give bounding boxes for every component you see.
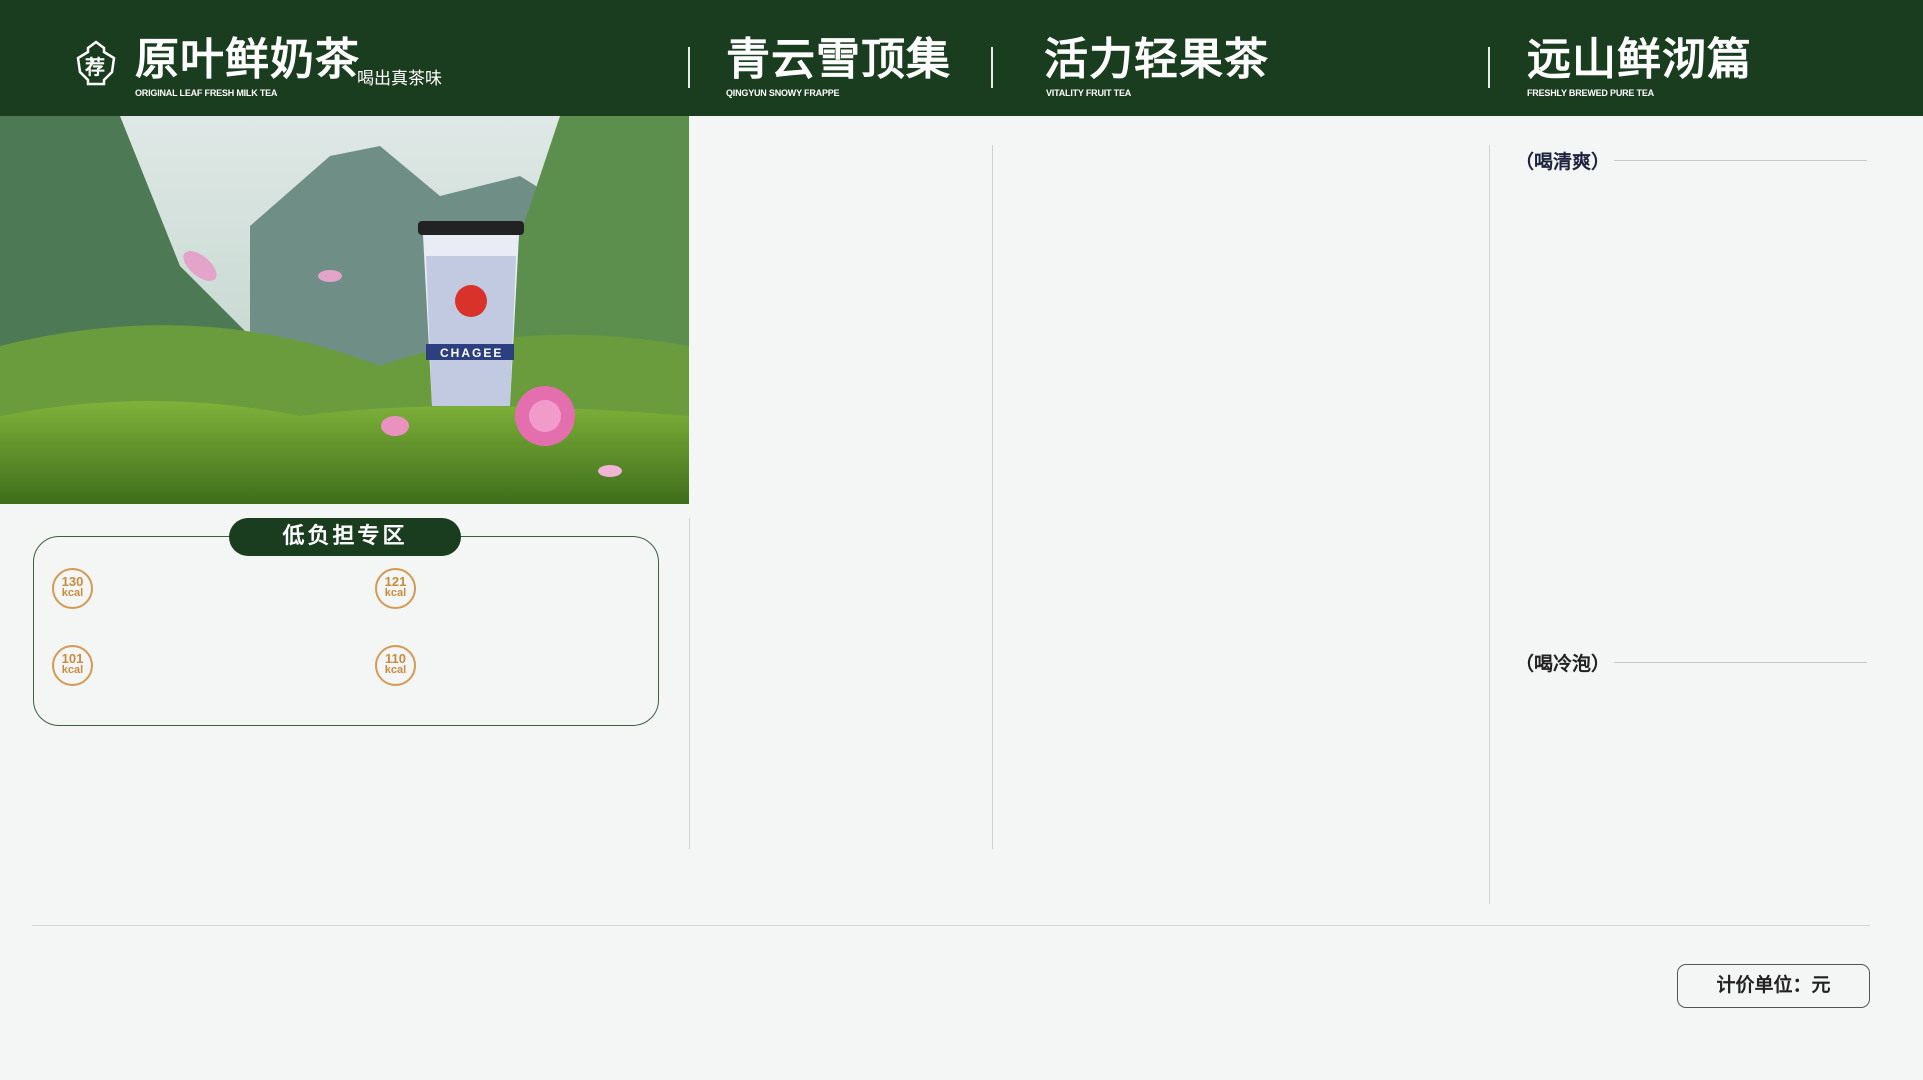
column-divider [689, 518, 690, 849]
footer-divider [32, 925, 1870, 926]
column-divider [1489, 145, 1490, 904]
kcal-badge: 101 kcal [52, 645, 93, 686]
kcal-unit: kcal [384, 587, 407, 599]
kcal-badge: 121 kcal [375, 568, 416, 609]
header-bar: 荐 原叶鲜奶茶 喝出真茶味 ORIGINAL LEAF FRESH MILK T… [0, 0, 1923, 116]
kcal-unit: kcal [61, 664, 84, 676]
kcal-unit: kcal [384, 664, 407, 676]
kcal-unit: kcal [61, 587, 84, 599]
kcal-badge: 110 kcal [375, 645, 416, 686]
column-divider [992, 145, 993, 849]
section-rule [1614, 662, 1867, 663]
category-english-frappe: QINGYUN SNOWY FRAPPE [726, 88, 840, 98]
section-heading-refreshing: （喝清爽） [1515, 151, 1611, 173]
hero-image: CHAGEE [0, 116, 689, 504]
category-title-pure-tea[interactable]: 远山鲜沏篇 [1527, 38, 1752, 82]
low-calorie-title: 低负担专区 [229, 518, 461, 556]
category-subtitle: 喝出真茶味 [357, 69, 442, 89]
section-rule [1614, 160, 1867, 161]
brand-logo-icon: 荐 [74, 40, 118, 86]
low-calorie-section [33, 536, 659, 726]
header-divider [991, 47, 993, 88]
category-english-milk-tea: ORIGINAL LEAF FRESH MILK TEA [135, 88, 278, 98]
header-divider [688, 47, 690, 88]
cup-brand-label: CHAGEE [440, 346, 504, 360]
kcal-badge: 130 kcal [52, 568, 93, 609]
price-unit-label: 计价单位：元 [1677, 964, 1870, 1008]
section-heading-cold-brew: （喝冷泡） [1515, 653, 1611, 675]
header-divider [1488, 47, 1490, 88]
category-title-fruit-tea[interactable]: 活力轻果茶 [1044, 38, 1269, 82]
category-english-fruit-tea: VITALITY FRUIT TEA [1046, 88, 1132, 98]
category-english-pure-tea: FRESHLY BREWED PURE TEA [1527, 88, 1654, 98]
category-title-milk-tea[interactable]: 原叶鲜奶茶 [135, 38, 360, 82]
category-title-frappe[interactable]: 青云雪顶集 [726, 38, 951, 82]
